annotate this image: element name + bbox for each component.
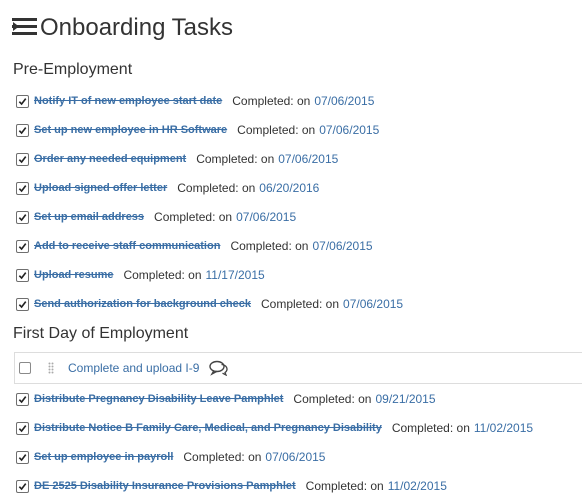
task-checkbox[interactable] bbox=[16, 268, 29, 282]
task-row[interactable]: Order any needed equipment Completed: on 0… bbox=[16, 149, 582, 169]
task-row[interactable]: Upload signed offer letter Completed: on 0… bbox=[16, 178, 582, 198]
completed-label: Completed: on bbox=[293, 392, 372, 406]
task-name[interactable]: Set up new employee in HR Software bbox=[34, 124, 227, 136]
task-checkbox[interactable] bbox=[16, 421, 29, 435]
completed-date: 07/06/2015 bbox=[278, 152, 339, 166]
task-name[interactable]: Distribute Notice B Family Care, Medical… bbox=[34, 422, 382, 434]
pending-task-row[interactable]: Complete and upload I-9 bbox=[14, 352, 582, 384]
completed-label: Completed: on bbox=[177, 181, 256, 195]
completed-label: Completed: on bbox=[391, 421, 470, 435]
task-name[interactable]: Upload signed offer letter bbox=[34, 182, 167, 194]
task-row[interactable]: Send authorization for background check C… bbox=[16, 294, 582, 314]
task-checkbox[interactable] bbox=[16, 239, 29, 253]
task-name[interactable]: DE 2525 Disability Insurance Provisions … bbox=[34, 480, 296, 492]
completed-label: Completed: on bbox=[260, 297, 340, 311]
task-checkbox[interactable] bbox=[16, 94, 29, 108]
task-row[interactable]: Distribute Notice B Family Care, Medical… bbox=[16, 418, 582, 438]
task-name[interactable]: Distribute Pregnancy Disability Leave Pa… bbox=[34, 393, 283, 405]
completed-date: 07/06/2015 bbox=[236, 210, 297, 224]
completed-date: 07/06/2015 bbox=[312, 239, 373, 253]
completed-date: 11/17/2015 bbox=[205, 268, 265, 282]
completed-label: Completed: on bbox=[183, 450, 262, 464]
task-row[interactable]: Notify IT of new employee start date Comp… bbox=[16, 91, 582, 111]
task-checkbox[interactable] bbox=[16, 210, 29, 224]
task-row[interactable]: Distribute Pregnancy Disability Leave Pa… bbox=[16, 389, 582, 409]
task-checkbox[interactable] bbox=[16, 297, 29, 311]
task-row[interactable]: Add to receive staff communication Comple… bbox=[16, 236, 582, 256]
completed-label: Completed: on bbox=[232, 94, 311, 108]
task-row[interactable]: Set up new employee in HR Software Comple… bbox=[16, 120, 582, 140]
task-row[interactable]: DE 2525 Disability Insurance Provisions … bbox=[16, 476, 582, 496]
task-checkbox[interactable] bbox=[16, 392, 29, 406]
completed-label: Completed: on bbox=[154, 210, 233, 224]
task-row[interactable]: Set up email address Completed: on 07/06/2… bbox=[16, 207, 582, 227]
completed-date: 07/06/2015 bbox=[265, 450, 326, 464]
task-checkbox[interactable] bbox=[19, 362, 31, 374]
completed-date: 07/06/2015 bbox=[319, 123, 380, 137]
task-checkbox[interactable] bbox=[16, 450, 29, 464]
completed-date: 06/20/2016 bbox=[259, 181, 320, 195]
task-name[interactable]: Set up email address bbox=[34, 211, 144, 223]
completed-date: 09/21/2015 bbox=[375, 392, 436, 406]
task-name[interactable]: Send authorization for background check bbox=[34, 298, 251, 310]
task-checkbox[interactable] bbox=[16, 152, 29, 166]
task-list-icon bbox=[12, 17, 38, 39]
task-name[interactable]: Upload resume bbox=[34, 269, 113, 281]
section-title-first-day: First Day of Employment bbox=[13, 325, 189, 342]
comment-icon[interactable] bbox=[209, 360, 229, 377]
completed-date: 07/06/2015 bbox=[343, 297, 404, 311]
task-checkbox[interactable] bbox=[16, 123, 29, 137]
task-name[interactable]: Notify IT of new employee start date bbox=[34, 95, 222, 107]
task-row[interactable]: Upload resume Completed: on 11/17/2015 bbox=[16, 265, 582, 285]
task-row[interactable]: Set up employee in payroll Completed: on 0… bbox=[16, 447, 582, 467]
completed-label: Completed: on bbox=[123, 268, 202, 282]
pending-task-name[interactable]: Complete and upload I-9 bbox=[68, 361, 199, 375]
completed-date: 11/02/2015 bbox=[473, 421, 534, 435]
task-name[interactable]: Set up employee in payroll bbox=[34, 451, 173, 463]
page-header: Onboarding Tasks bbox=[12, 14, 233, 42]
task-checkbox[interactable] bbox=[16, 479, 29, 493]
completed-date: 07/06/2015 bbox=[314, 94, 375, 108]
completed-label: Completed: on bbox=[305, 479, 384, 493]
section-title-pre-employment: Pre-Employment bbox=[13, 61, 133, 78]
completed-label: Completed: on bbox=[196, 152, 275, 166]
completed-label: Completed: on bbox=[237, 123, 316, 137]
completed-date: 11/02/2015 bbox=[387, 479, 447, 493]
completed-label: Completed: on bbox=[230, 239, 309, 253]
task-checkbox[interactable] bbox=[16, 181, 29, 195]
page-title: Onboarding Tasks bbox=[40, 14, 234, 41]
task-name[interactable]: Order any needed equipment bbox=[34, 153, 186, 165]
task-name[interactable]: Add to receive staff communication bbox=[34, 240, 220, 252]
drag-handle-icon[interactable] bbox=[48, 362, 54, 374]
